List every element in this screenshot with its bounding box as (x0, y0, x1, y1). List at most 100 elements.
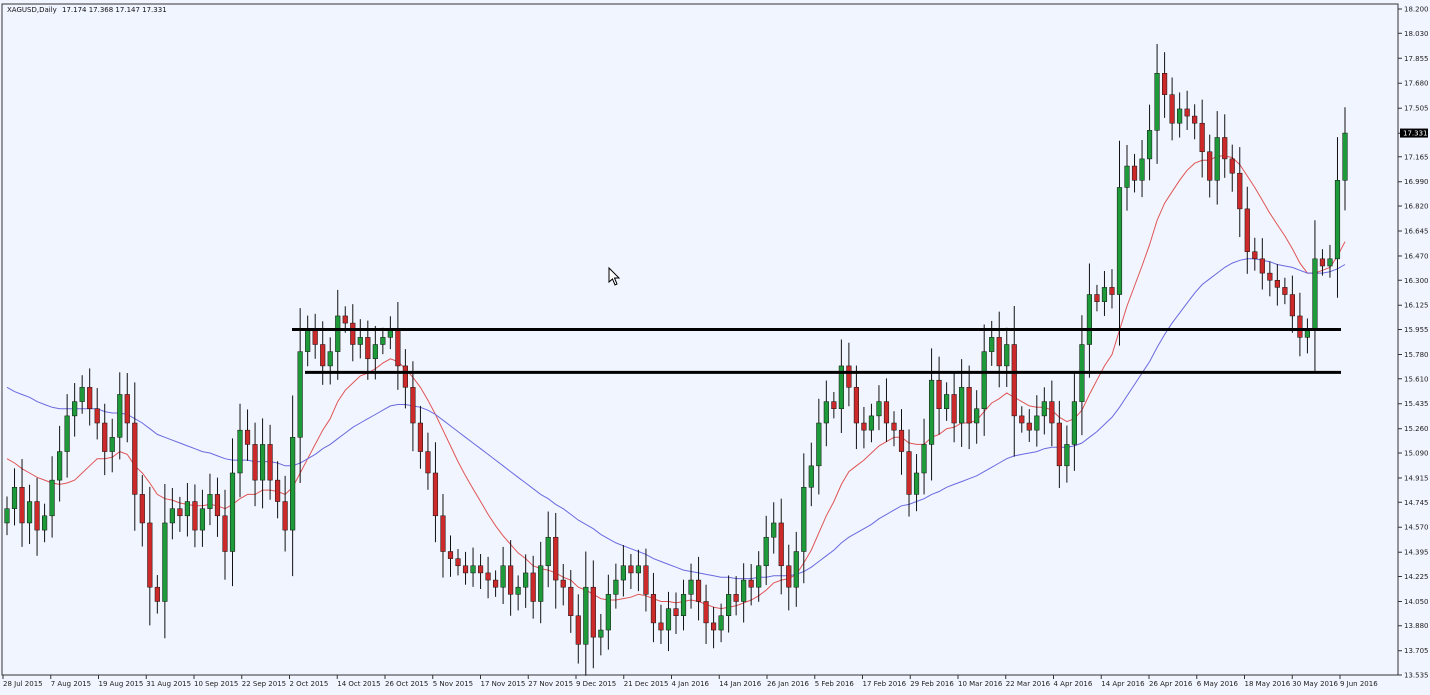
candle-body (1154, 72, 1160, 131)
candle-body (891, 422, 897, 431)
candle-body (1177, 108, 1183, 124)
candle-body (1116, 187, 1123, 295)
candle-body (1312, 258, 1318, 331)
candle-body (1289, 294, 1295, 317)
price-tick-label: 14.395 (1404, 549, 1429, 557)
date-tick-label: 26 Jan 2016 (767, 680, 810, 688)
ohlc-header: 17.174 17.368 17.147 17.331 (62, 6, 167, 14)
candle-body (462, 565, 469, 574)
candle-body (1304, 329, 1310, 338)
candle-body (1244, 208, 1250, 252)
candle-body (793, 551, 799, 588)
price-tick-label: 14.050 (1404, 598, 1429, 606)
candle-body (1199, 122, 1205, 153)
candle-body (1004, 344, 1010, 367)
date-tick-label: 10 Mar 2016 (958, 680, 1003, 688)
price-chart[interactable]: 18.20018.03017.85517.68017.50517.33017.1… (0, 0, 1430, 695)
candle-body (688, 579, 694, 595)
candle-body (124, 394, 130, 424)
candle-body (966, 387, 972, 424)
candle-body (1282, 287, 1288, 295)
candle-body (831, 401, 837, 409)
candle-body (628, 565, 634, 574)
price-tick-label: 15.260 (1404, 425, 1429, 433)
date-tick-label: 14 Oct 2015 (337, 680, 380, 688)
candle-body (1297, 315, 1303, 338)
candle-body (387, 329, 393, 338)
candle-body (79, 387, 85, 402)
candle-body (771, 522, 777, 538)
candle-body (620, 565, 626, 581)
candle-body (1109, 287, 1115, 295)
candle-body (673, 608, 679, 617)
candle-body (718, 615, 724, 631)
candle-body (756, 565, 762, 588)
candle-body (290, 437, 296, 531)
date-tick-label: 6 May 2016 (1197, 680, 1239, 688)
candle-body (515, 586, 521, 595)
candle-body (470, 565, 476, 574)
date-tick-label: 17 Feb 2016 (863, 680, 907, 688)
candle-body (748, 579, 754, 588)
candle-body (545, 536, 551, 567)
candle-body (1327, 258, 1333, 267)
candle-body (853, 387, 859, 424)
candle-body (305, 329, 311, 352)
candle-body (906, 451, 912, 495)
candle-body (590, 586, 596, 638)
candle-body (282, 501, 288, 531)
candle-body (1094, 294, 1100, 302)
candle-body (64, 415, 70, 452)
candle-body (177, 508, 183, 517)
candle-body (1169, 94, 1175, 124)
date-tick-label: 4 Jan 2016 (672, 680, 710, 688)
candle-body (1146, 130, 1153, 160)
candle-body (1101, 287, 1108, 302)
candle-body (350, 322, 356, 345)
candle-body (786, 565, 792, 588)
price-tick-label: 17.680 (1404, 80, 1429, 88)
candle-body (320, 344, 326, 367)
candle-body (19, 487, 25, 524)
candle-body (981, 351, 987, 409)
candle-body (1026, 422, 1032, 431)
candle-body (342, 315, 348, 324)
price-tick-label: 14.225 (1404, 573, 1429, 581)
date-tick-label: 10 Sep 2015 (194, 680, 238, 688)
candle-body (598, 629, 604, 638)
candle-body (605, 594, 611, 631)
price-tick-label: 14.570 (1404, 524, 1429, 532)
candle-body (808, 465, 814, 488)
candle-body (1049, 401, 1055, 424)
price-tick-label: 13.705 (1404, 647, 1429, 655)
candle-body (778, 522, 784, 567)
candle-body (485, 572, 491, 581)
price-tick-label: 16.990 (1404, 178, 1429, 186)
price-tick-label: 15.610 (1404, 375, 1429, 383)
candle-body (395, 329, 401, 367)
candle-body (132, 422, 138, 495)
candle-body (229, 472, 236, 552)
candle-body (1034, 415, 1040, 431)
candle-body (658, 622, 664, 631)
candle-body (846, 365, 852, 388)
candle-body (733, 594, 739, 602)
date-tick-label: 28 Jul 2015 (3, 680, 43, 688)
candle-body (989, 337, 995, 352)
candle-body (72, 401, 78, 417)
candle-body (1162, 72, 1168, 95)
candle-body (207, 494, 213, 509)
candle-body (42, 515, 48, 531)
candle-body (169, 508, 175, 524)
candle-body (921, 444, 927, 474)
candle-body (1237, 172, 1243, 210)
candle-body (1011, 344, 1017, 417)
current-price-value: 17.331 (1403, 130, 1428, 138)
candle-body (199, 508, 206, 531)
date-tick-label: 17 Nov 2015 (481, 680, 526, 688)
candle-body (538, 565, 544, 602)
candle-body (94, 408, 100, 424)
candle-body (553, 536, 559, 581)
candle-body (244, 429, 251, 445)
candle-body (1342, 132, 1348, 181)
